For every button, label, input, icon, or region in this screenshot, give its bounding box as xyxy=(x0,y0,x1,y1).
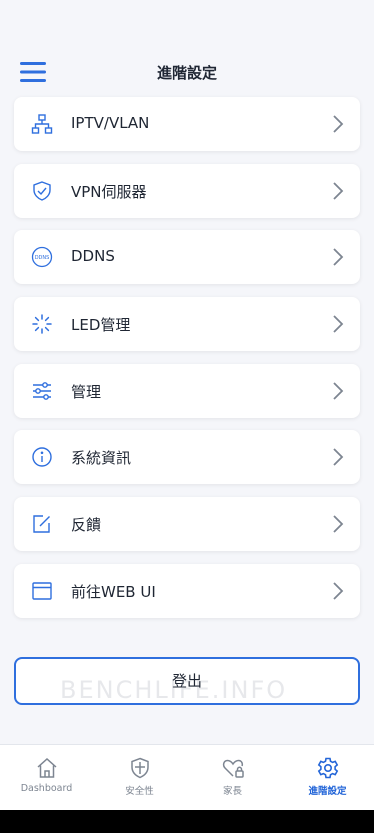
ddns-icon: DDNS xyxy=(31,247,53,268)
chevron-right-icon xyxy=(333,315,344,333)
tab-dashboard[interactable]: Dashboard xyxy=(0,745,93,811)
settings-item-label: 反饋 xyxy=(71,516,102,535)
system-navigation-bar xyxy=(0,810,374,833)
settings-item-label: 系統資訊 xyxy=(71,449,132,468)
settings-list: IPTV/VLAN VPN伺服器 DDNS DDNS LED管理 管理 系統資訊… xyxy=(14,97,360,631)
page-title: 進階設定 xyxy=(156,64,217,82)
tab-label: 安全性 xyxy=(125,786,154,797)
chevron-right-icon xyxy=(333,248,344,267)
settings-item-label: LED管理 xyxy=(71,316,131,335)
tab-advanced-settings[interactable]: 進階設定 xyxy=(281,745,374,811)
bottom-tab-bar: Dashboard 安全性 家長 進階設定 xyxy=(0,744,374,811)
settings-item-management[interactable]: 管理 xyxy=(14,363,360,418)
gear-icon xyxy=(317,757,338,779)
chevron-right-icon xyxy=(333,448,344,467)
tab-label: 家長 xyxy=(222,786,242,797)
svg-text:DDNS: DDNS xyxy=(35,255,50,261)
tab-label: Dashboard xyxy=(20,783,73,794)
tab-parental[interactable]: 家長 xyxy=(186,745,279,811)
edit-feedback-icon xyxy=(33,515,50,533)
chevron-right-icon xyxy=(333,515,344,533)
settings-item-ddns[interactable]: DDNS DDNS xyxy=(14,230,360,285)
settings-item-label: IPTV/VLAN xyxy=(71,114,150,132)
header: 進階設定 xyxy=(0,52,374,92)
chevron-right-icon xyxy=(333,115,344,133)
network-topology-icon xyxy=(31,114,53,134)
heart-lock-icon xyxy=(222,759,244,778)
shield-check-icon xyxy=(33,180,51,201)
settings-item-label: VPN伺服器 xyxy=(71,182,147,201)
home-icon xyxy=(37,757,56,778)
settings-item-web-ui[interactable]: 前往WEB UI xyxy=(14,563,360,618)
settings-item-vpn-server[interactable]: VPN伺服器 xyxy=(14,163,360,218)
chevron-right-icon xyxy=(333,582,344,600)
info-icon xyxy=(32,447,52,468)
logout-button[interactable]: 登出 xyxy=(14,657,360,705)
browser-window-icon xyxy=(32,582,52,600)
settings-item-feedback[interactable]: 反饋 xyxy=(14,497,360,552)
settings-item-iptv-vlan[interactable]: IPTV/VLAN xyxy=(14,97,360,151)
led-spinner-icon xyxy=(32,314,52,334)
sliders-icon xyxy=(33,381,51,400)
settings-item-led[interactable]: LED管理 xyxy=(14,297,360,352)
tab-security[interactable]: 安全性 xyxy=(93,745,186,811)
chevron-right-icon xyxy=(333,382,344,400)
settings-item-label: DDNS xyxy=(71,247,115,266)
tab-label: 進階設定 xyxy=(308,786,347,797)
chevron-right-icon xyxy=(333,182,344,200)
settings-item-label: 前往WEB UI xyxy=(71,582,156,601)
settings-item-label: 管理 xyxy=(71,382,102,401)
settings-item-system-info[interactable]: 系統資訊 xyxy=(14,430,360,485)
shield-icon xyxy=(130,757,149,779)
